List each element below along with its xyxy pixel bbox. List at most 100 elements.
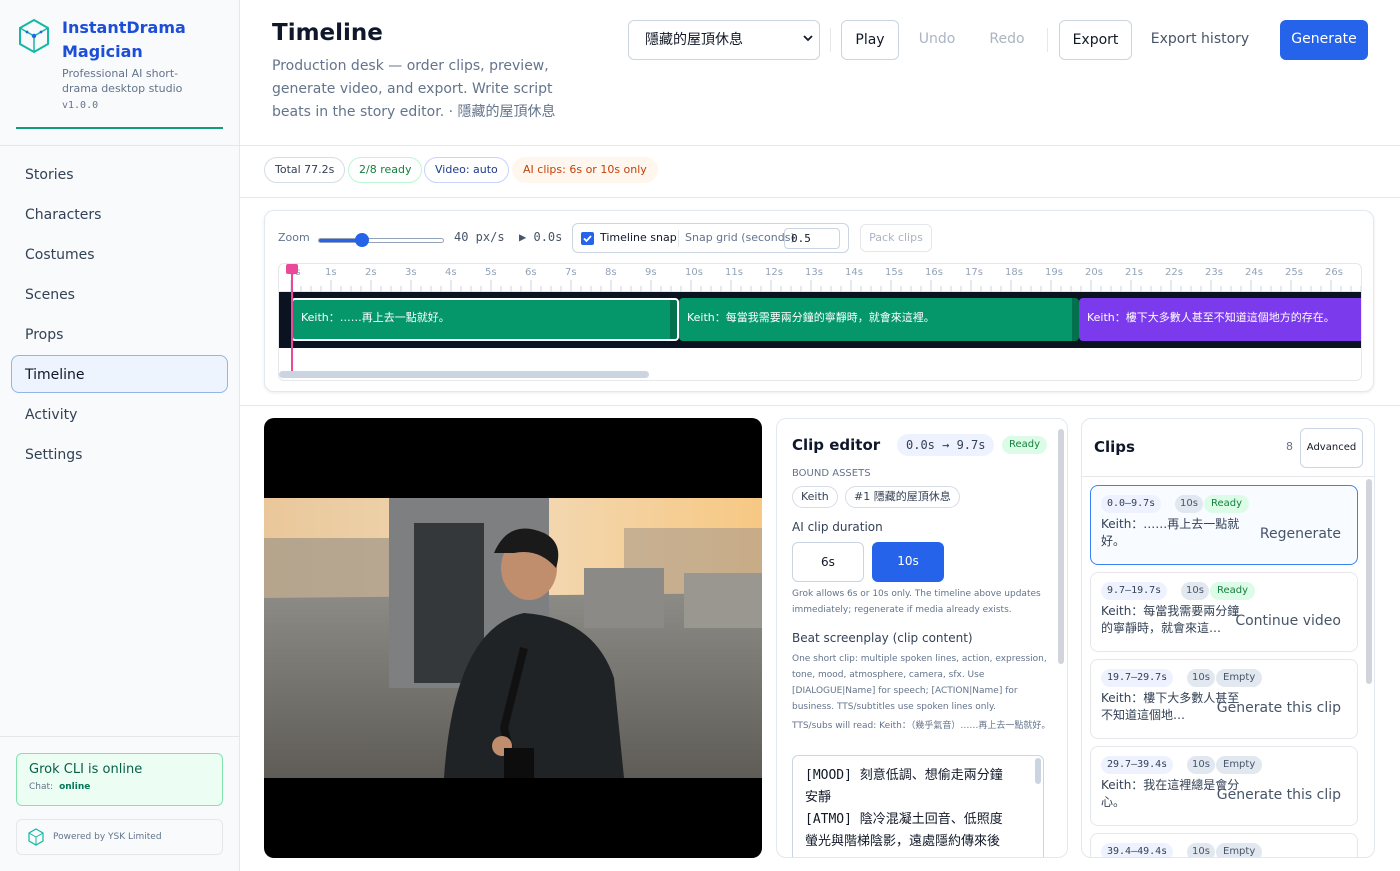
export-button[interactable]: Export	[1059, 20, 1132, 60]
ruler-tick-label: 12s	[765, 267, 783, 278]
sidebar-item-props[interactable]: Props	[11, 315, 228, 353]
header-divider	[830, 28, 831, 52]
sidebar-item-timeline[interactable]: Timeline	[11, 355, 228, 393]
timeline-clip[interactable]: Keith：每當我需要兩分鐘的寧靜時，就會來這裡。	[679, 298, 1079, 341]
clip-card-status: Empty	[1216, 669, 1263, 687]
duration-10s-button[interactable]: 10s	[872, 542, 944, 582]
snap-checkbox[interactable]	[581, 232, 594, 245]
clips-panel: Clips 8 Advanced 0.0–9.7s 10s Ready Keit…	[1081, 418, 1375, 858]
sidebar-divider-bottom	[0, 736, 240, 737]
textarea-scrollbar[interactable]	[1035, 758, 1041, 784]
app-window: InstantDrama Magician Professional AI sh…	[0, 0, 1400, 871]
beat-screenplay-label: Beat screenplay (clip content)	[792, 631, 973, 645]
beat-screenplay-textarea[interactable]: [MOOD] 刻意低調、想偷走兩分鐘 安靜 [ATMO] 陰冷混凝土回音、低照度…	[792, 755, 1044, 857]
chips-divider-line	[240, 197, 1400, 198]
clip-card-range: 19.7–29.7s	[1101, 669, 1174, 687]
timeline-scrollbar[interactable]	[279, 371, 649, 378]
timeline-clip[interactable]: Keith：樓下大多數人甚至不知道這個地方的存在。	[1079, 298, 1361, 341]
ruler-tick-label: 17s	[965, 267, 983, 278]
clip-card[interactable]: 39.4–49.4s 10s Empty	[1090, 833, 1358, 857]
clip-resize-handle[interactable]	[670, 300, 677, 339]
zoom-label: Zoom	[278, 231, 310, 244]
timeline-track-area: 0s1s2s3s4s5s6s7s8s9s10s11s12s13s14s15s16…	[278, 263, 1362, 381]
sidebar-nav: Stories Characters Costumes Scenes Props…	[11, 155, 228, 475]
header-divider	[1047, 28, 1048, 52]
duration-label: AI clip duration	[792, 520, 883, 534]
snap-grid-label: Snap grid (seconds)	[685, 231, 795, 244]
ruler-tick-label: 26s	[1325, 267, 1343, 278]
ruler-tick-label: 24s	[1245, 267, 1263, 278]
ruler-tick-label: 5s	[485, 267, 497, 278]
powered-by-footer: Powered by YSK Limited	[16, 819, 223, 855]
ruler-tick-label: 6s	[525, 267, 537, 278]
powered-by-text: Powered by YSK Limited	[53, 832, 162, 842]
app-subtitle: Professional AI short-drama desktop stud…	[62, 67, 183, 95]
video-preview[interactable]	[264, 418, 762, 858]
cli-status-card: Grok CLI is online Chat: online	[16, 753, 223, 806]
clip-card[interactable]: 0.0–9.7s 10s Ready Keith：……再上去一點就好。 Rege…	[1090, 485, 1358, 565]
zoom-slider-thumb[interactable]	[355, 233, 370, 247]
playhead-readout: ▶ 0.0s	[519, 230, 563, 244]
playhead-handle[interactable]	[286, 264, 298, 274]
clip-card-duration: 10s	[1187, 756, 1215, 774]
clip-editor-panel: Clip editor 0.0s → 9.7s Ready BOUND ASSE…	[776, 418, 1068, 858]
generate-clip-button[interactable]: Generate this clip	[1217, 700, 1341, 716]
script-line: [MOOD] 刻意低調、想偷走兩分鐘	[805, 768, 1003, 783]
export-history-button[interactable]: Export history	[1145, 20, 1255, 60]
chevron-down-icon	[803, 35, 813, 42]
sidebar-item-scenes[interactable]: Scenes	[11, 275, 228, 313]
timeline-clip-label: Keith：每當我需要兩分鐘的寧靜時，就會來這裡。	[687, 311, 935, 324]
sidebar-item-characters[interactable]: Characters	[11, 195, 228, 233]
clip-card-text: Keith：……再上去一點就好。	[1101, 517, 1240, 548]
cube-small-icon	[28, 828, 44, 846]
ruler-tick-label: 23s	[1205, 267, 1223, 278]
video-track: Keith：……再上去一點就好。 Keith：每當我需要兩分鐘的寧靜時，就會來這裡…	[279, 292, 1361, 348]
chat-value: online	[59, 782, 91, 792]
header-divider-line	[240, 145, 1400, 146]
app-version: v1.0.0	[62, 100, 99, 111]
timeline-clip[interactable]: Keith：……再上去一點就好。	[291, 298, 679, 341]
generate-clip-button[interactable]: Generate this clip	[1217, 787, 1341, 803]
sidebar-item-activity[interactable]: Activity	[11, 395, 228, 433]
story-select[interactable]: 隱藏的屋頂休息	[628, 20, 820, 60]
sidebar-item-costumes[interactable]: Costumes	[11, 235, 228, 273]
clip-editor-range: 0.0s → 9.7s	[897, 434, 995, 456]
clip-card-status: Empty	[1216, 843, 1263, 857]
ruler-tick-label: 14s	[845, 267, 863, 278]
ruler-tick-label: 1s	[325, 267, 337, 278]
ruler-tick-label: 10s	[685, 267, 703, 278]
clip-editor-scrollbar[interactable]	[1058, 429, 1064, 664]
clip-card[interactable]: 9.7–19.7s 10s Ready Keith：每當我需要兩分鐘的寧靜時，就…	[1090, 572, 1358, 652]
clip-card-range: 0.0–9.7s	[1101, 495, 1162, 513]
playhead[interactable]	[291, 264, 293, 372]
timeline-clip-label: Keith：……再上去一點就好。	[301, 311, 450, 324]
asset-chip-character[interactable]: Keith	[792, 486, 838, 508]
regenerate-clip-button[interactable]: Regenerate	[1260, 526, 1341, 542]
ruler-tick-label: 21s	[1125, 267, 1143, 278]
clip-editor-status-badge: Ready	[1002, 436, 1048, 454]
sidebar-item-stories[interactable]: Stories	[11, 155, 228, 193]
sidebar-item-settings[interactable]: Settings	[11, 435, 228, 473]
undo-button[interactable]: Undo	[912, 20, 962, 60]
total-duration-chip: Total 77.2s	[264, 157, 346, 183]
script-line: 螢光與階梯陰影，遠處隱約傳來後	[805, 834, 1001, 849]
clip-card-range: 29.7–39.4s	[1101, 756, 1174, 774]
cli-status-title: Grok CLI is online	[29, 762, 143, 777]
clip-card[interactable]: 19.7–29.7s 10s Empty Keith：樓下大多數人甚至不知道這個…	[1090, 659, 1358, 739]
zoom-slider[interactable]	[318, 233, 444, 247]
generate-button[interactable]: Generate	[1280, 20, 1368, 60]
asset-chip-scene[interactable]: #1 隱藏的屋頂休息	[845, 486, 960, 508]
redo-button[interactable]: Redo	[982, 20, 1032, 60]
continue-video-button[interactable]: Continue video	[1235, 613, 1341, 629]
snap-grid-input[interactable]: 0.5	[784, 228, 840, 249]
pack-clips-button[interactable]: Pack clips	[860, 224, 932, 252]
clip-card[interactable]: 29.7–39.4s 10s Empty Keith：我在這裡總是會分心。 Ge…	[1090, 746, 1358, 826]
sidebar: InstantDrama Magician Professional AI sh…	[0, 0, 240, 871]
duration-6s-button[interactable]: 6s	[792, 542, 864, 582]
preview-frame-image	[264, 498, 762, 778]
clip-resize-handle[interactable]	[1072, 298, 1079, 341]
advanced-button[interactable]: Advanced	[1300, 428, 1363, 468]
clips-panel-scrollbar[interactable]	[1366, 479, 1372, 684]
ruler-tick-label: 3s	[405, 267, 417, 278]
play-button[interactable]: Play	[841, 20, 899, 60]
